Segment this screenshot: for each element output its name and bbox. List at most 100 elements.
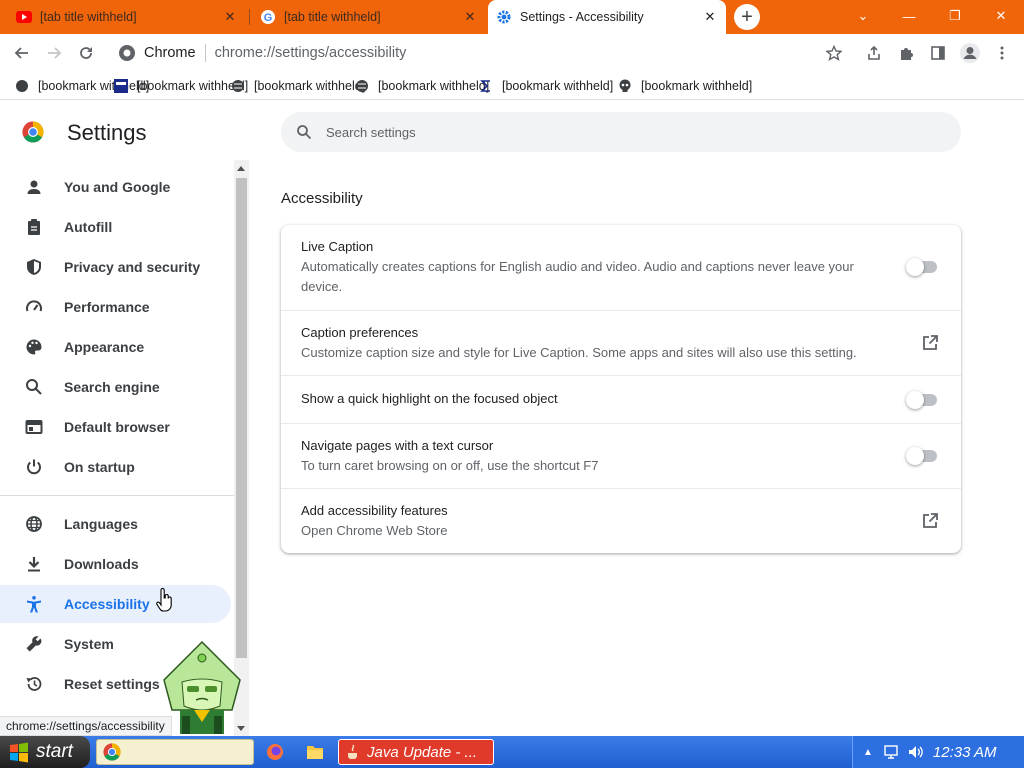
taskbar-file-explorer[interactable] [306, 739, 328, 765]
windows-flag-icon [10, 742, 28, 763]
folder-icon [307, 746, 323, 759]
tab-strip: [tab title withheld] ✕ G [tab title with… [0, 0, 1024, 34]
page-title: Settings [67, 120, 147, 145]
sidebar-item-performance[interactable]: Performance [0, 288, 231, 326]
open-in-new-icon[interactable] [920, 333, 940, 353]
sidebar-item-downloads[interactable]: Downloads [0, 545, 231, 583]
sidebar-item-you-and-google[interactable]: You and Google [0, 168, 231, 206]
minimize-button[interactable]: — [886, 0, 932, 32]
caret-browsing-toggle[interactable] [906, 447, 940, 465]
desktop-pet-character-icon[interactable] [160, 640, 244, 736]
tab-1[interactable]: [tab title withheld] ✕ [8, 0, 246, 34]
close-tab-icon[interactable]: ✕ [702, 9, 718, 25]
globe-icon [354, 78, 370, 94]
forward-arrow-icon [48, 47, 62, 59]
sidebar-item-label: System [64, 636, 114, 652]
address-bar[interactable]: Chrome chrome://settings/accessibility [108, 39, 860, 67]
omnibox-separator [204, 44, 206, 62]
skull-icon [617, 78, 633, 94]
volume-icon[interactable] [907, 744, 923, 760]
taskbar-java-update[interactable]: Java Update - ... [338, 739, 494, 765]
tray-expand-icon[interactable]: ▲ [863, 747, 873, 758]
close-window-button[interactable]: ✕ [978, 0, 1024, 32]
sidebar-item-on-startup[interactable]: On startup [0, 448, 231, 486]
sidebar-item-autofill[interactable]: Autofill [0, 208, 231, 246]
back-button[interactable] [8, 39, 36, 67]
taskbar-firefox[interactable] [266, 739, 288, 765]
close-tab-icon[interactable]: ✕ [462, 9, 478, 25]
sidebar-item-search-engine[interactable]: Search engine [0, 368, 231, 406]
close-tab-icon[interactable]: ✕ [222, 9, 238, 25]
profile-button[interactable] [956, 39, 984, 67]
power-icon [24, 457, 44, 477]
bookmark-star-button[interactable] [820, 39, 848, 67]
side-panel-button[interactable] [924, 39, 952, 67]
bookmarks-bar: [bookmark withheld] [bookmark withheld] … [0, 72, 1024, 100]
extensions-button[interactable] [892, 39, 920, 67]
restore-button[interactable]: ❐ [932, 0, 978, 32]
java-icon [348, 744, 357, 759]
tab-search-button[interactable]: ⌄ [840, 0, 886, 32]
download-icon [24, 554, 44, 574]
sidebar-item-label: Privacy and security [64, 259, 201, 275]
setting-subtitle: Customize caption size and style for Liv… [301, 345, 857, 360]
sidebar-item-languages[interactable]: Languages [0, 505, 231, 543]
menu-button[interactable] [988, 39, 1016, 67]
live-caption-toggle[interactable] [906, 258, 940, 276]
setting-subtitle: Automatically creates captions for Engli… [301, 259, 854, 294]
avatar-icon [960, 43, 980, 63]
setting-row-focus-highlight[interactable]: Show a quick highlight on the focused ob… [281, 375, 961, 423]
globe-icon [230, 78, 246, 94]
bookmark-label: [bookmark withheld] [641, 79, 753, 93]
setting-row-caption-preferences[interactable]: Caption preferences Customize caption si… [281, 310, 961, 375]
sidebar-item-default-browser[interactable]: Default browser [0, 408, 231, 446]
svg-text:G: G [264, 12, 273, 24]
search-input[interactable] [326, 124, 926, 140]
tab-settings-active[interactable]: Settings - Accessibility ✕ [488, 0, 726, 34]
scrollbar-thumb[interactable] [236, 178, 247, 658]
focus-highlight-toggle[interactable] [906, 391, 940, 409]
start-label: start [36, 741, 73, 762]
java-task-label: Java Update - ... [367, 743, 478, 761]
share-button[interactable] [860, 39, 888, 67]
scroll-up-arrow-icon[interactable] [237, 166, 245, 171]
kebab-menu-icon [1000, 46, 1004, 60]
side-panel-icon [931, 46, 945, 60]
setting-title: Caption preferences [301, 325, 419, 340]
start-button[interactable]: start [0, 736, 90, 768]
sidebar-item-label: Languages [64, 516, 138, 532]
network-icon[interactable] [883, 744, 899, 760]
reload-button[interactable] [72, 39, 100, 67]
sidebar-item-accessibility[interactable]: Accessibility [0, 585, 231, 623]
bookmark-item[interactable]: [bookmark withheld] [617, 76, 752, 96]
sidebar-item-privacy-and-security[interactable]: Privacy and security [0, 248, 231, 286]
bookmark-item[interactable]: [bookmark withheld] [354, 76, 489, 96]
bookmark-favicon-icon [14, 78, 30, 94]
taskbar-chrome-window[interactable] [96, 739, 254, 765]
chrome-site-icon [119, 45, 135, 61]
bookmark-item[interactable]: [bookmark withheld] [230, 76, 365, 96]
setting-row-live-caption[interactable]: Live Caption Automatically creates capti… [281, 225, 961, 310]
hand-cursor-icon [156, 588, 172, 612]
chrome-logo-icon [103, 743, 121, 761]
sidebar-item-appearance[interactable]: Appearance [0, 328, 231, 366]
forward-button[interactable] [40, 39, 68, 67]
bookmark-item[interactable]: [bookmark withheld] [113, 76, 248, 96]
new-tab-button[interactable]: + [734, 4, 760, 30]
person-icon [24, 177, 44, 197]
share-icon [868, 45, 880, 60]
bookmark-item[interactable]: [bookmark withheld] [478, 76, 613, 96]
open-in-new-icon[interactable] [920, 511, 940, 531]
clock[interactable]: 12:33 AM [933, 744, 997, 761]
browser-window-icon [24, 417, 44, 437]
setting-row-caret-browsing[interactable]: Navigate pages with a text cursor To tur… [281, 423, 961, 488]
search-settings-box[interactable] [281, 112, 961, 152]
gear-icon [496, 9, 512, 25]
sidebar-item-label: Performance [64, 299, 150, 315]
status-bar-url: chrome://settings/accessibility [0, 716, 172, 736]
tab-2[interactable]: G [tab title withheld] ✕ [252, 0, 486, 34]
url-text[interactable]: chrome://settings/accessibility [215, 45, 407, 61]
system-tray: ▲ 12:33 AM [852, 736, 1024, 768]
sidebar-item-label: Reset settings [64, 676, 160, 692]
setting-row-add-accessibility-features[interactable]: Add accessibility features Open Chrome W… [281, 488, 961, 553]
